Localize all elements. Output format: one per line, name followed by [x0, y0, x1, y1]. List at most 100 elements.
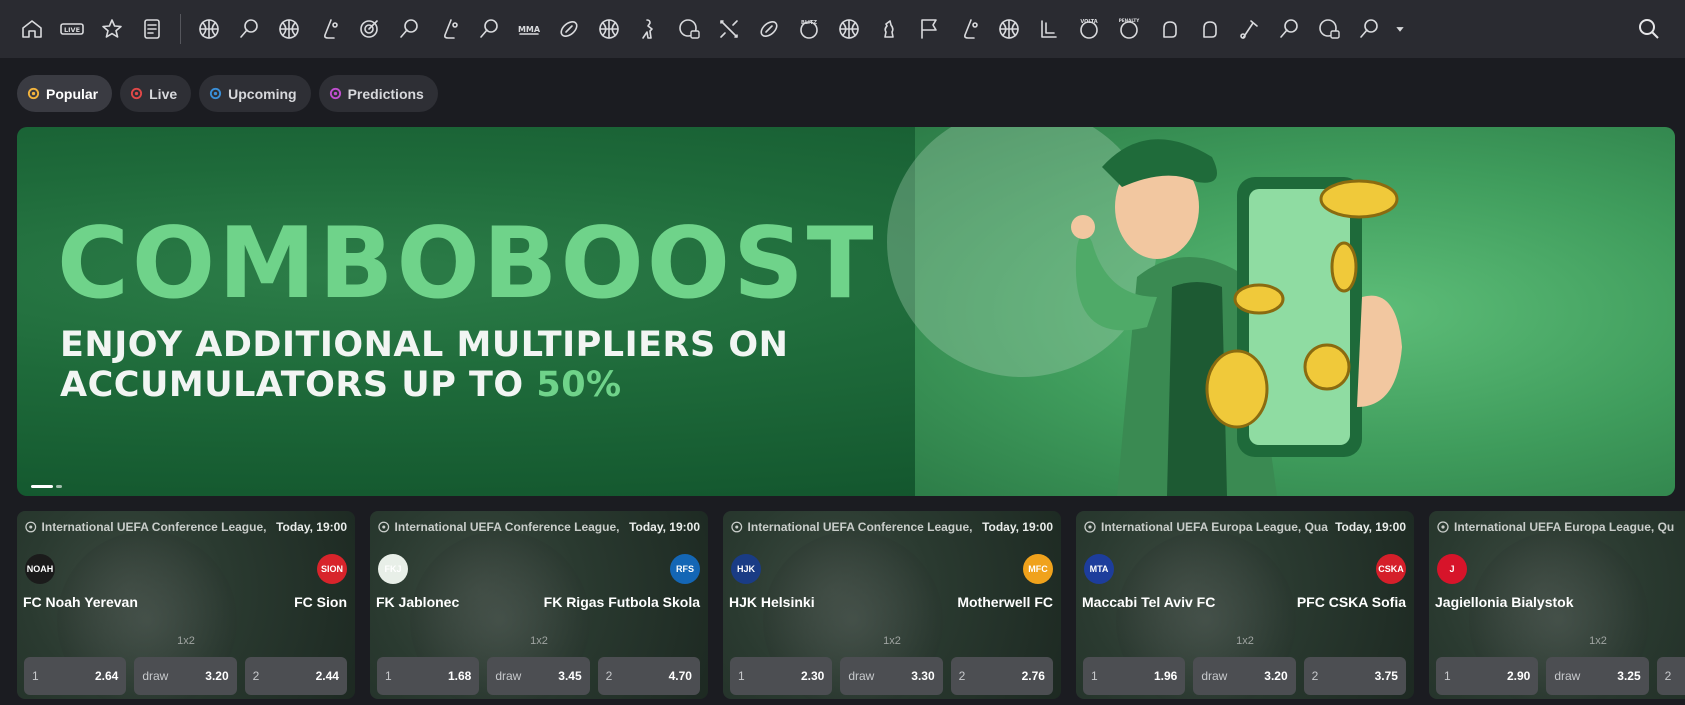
banner-highlight: 50%	[536, 365, 622, 405]
odds-value: 1.96	[1153, 669, 1178, 683]
football-icon	[1437, 521, 1449, 533]
filter-predictions[interactable]: Predictions	[318, 75, 438, 112]
football-icon[interactable]	[189, 9, 229, 49]
odds-button[interactable]: draw 3.20	[1193, 657, 1296, 695]
dota-icon[interactable]	[709, 9, 749, 49]
carousel-dot[interactable]	[56, 485, 62, 488]
filter-tabs: Popular Live Upcoming Predictions	[17, 75, 438, 112]
event-header: International UEFA Europa League, Qu	[1437, 519, 1685, 535]
event-header: International UEFA Conference League, Q …	[731, 519, 1053, 535]
banner-subtitle-line2: ACCUMULATORS UP TO 50%	[60, 365, 622, 405]
odds-button[interactable]: 2	[1656, 657, 1685, 695]
odds-button[interactable]: draw 3.25	[1546, 657, 1649, 695]
league-name: International UEFA Conference League, Q	[41, 520, 271, 534]
rugby-icon[interactable]	[749, 9, 789, 49]
league-name: International UEFA Conference League, Q	[394, 520, 624, 534]
away-team-name: Motherwell FC	[957, 594, 1053, 610]
basketball-icon[interactable]	[269, 9, 309, 49]
event-card[interactable]: International UEFA Conference League, Q …	[17, 511, 355, 699]
svg-text:LIVE: LIVE	[64, 26, 80, 34]
carousel-indicator[interactable]	[31, 485, 62, 488]
odds-button[interactable]: draw 3.45	[487, 657, 590, 695]
event-card[interactable]: International UEFA Conference League, Q …	[370, 511, 708, 699]
home-team-logo: HJK	[731, 554, 761, 584]
padel-icon[interactable]	[1349, 9, 1389, 49]
badminton-icon[interactable]	[469, 9, 509, 49]
penalty-icon[interactable]: PENALTY	[1109, 9, 1149, 49]
odds-value: 3.20	[205, 669, 229, 683]
search-icon[interactable]	[1629, 9, 1669, 49]
odds-value: 3.25	[1617, 669, 1641, 683]
sports-navbar: LIVE MMA BLITZ VOLTA PENALTY	[0, 0, 1685, 58]
away-team-name: FK Rigas Futbola Skola	[543, 594, 700, 610]
hockey-icon[interactable]	[309, 9, 349, 49]
filter-label: Upcoming	[228, 85, 297, 102]
person-with-phone-illustration	[1071, 139, 1402, 496]
event-card[interactable]: International UEFA Europa League, Qu J J…	[1429, 511, 1685, 699]
boxing-icon[interactable]	[1149, 9, 1189, 49]
filter-live[interactable]: Live	[120, 75, 192, 112]
filter-popular[interactable]: Popular	[17, 75, 113, 112]
filter-label: Live	[149, 85, 178, 102]
table-tennis-icon[interactable]	[389, 9, 429, 49]
volleyball-icon[interactable]	[829, 9, 869, 49]
mma-icon[interactable]: MMA	[509, 9, 549, 49]
away-team-name: FC Sion	[294, 594, 347, 610]
star-icon[interactable]	[92, 9, 132, 49]
event-header: International UEFA Europa League, Qua To…	[1084, 519, 1406, 535]
odds-button[interactable]: 1 1.96	[1083, 657, 1186, 695]
cricket-icon[interactable]	[429, 9, 469, 49]
event-time: Today, 19:00	[982, 520, 1053, 534]
american-football-icon[interactable]	[549, 9, 589, 49]
lol-icon[interactable]	[1029, 9, 1069, 49]
odds-button[interactable]: 1 2.64	[24, 657, 127, 695]
event-card[interactable]: International UEFA Europa League, Qua To…	[1076, 511, 1414, 699]
odds-label: 2	[605, 669, 613, 683]
event-time: Today, 19:00	[276, 520, 347, 534]
fist-icon[interactable]	[1189, 9, 1229, 49]
odds-value: 3.20	[1264, 669, 1288, 683]
odds-button[interactable]: 2 2.76	[950, 657, 1053, 695]
filter-label: Popular	[46, 85, 99, 102]
promo-banner[interactable]: COMBOBOOST ENJOY ADDITIONAL MULTIPLIERS …	[17, 127, 1675, 496]
counter-strike-icon[interactable]	[629, 9, 669, 49]
svg-text:VOLTA: VOLTA	[1080, 19, 1097, 25]
tennis-icon[interactable]	[229, 9, 269, 49]
odds-value: 2.90	[1506, 669, 1531, 683]
home-team-name: Jagiellonia Bialystok	[1435, 594, 1574, 610]
betslip-icon[interactable]	[132, 9, 172, 49]
carousel-dot-active[interactable]	[31, 485, 53, 488]
golf-icon[interactable]	[1229, 9, 1269, 49]
odds-button[interactable]: 1 2.30	[730, 657, 833, 695]
cyber-football-icon[interactable]	[669, 9, 709, 49]
home-team-logo: MTA	[1084, 554, 1114, 584]
event-time: Today, 19:00	[629, 520, 700, 534]
home-icon[interactable]	[12, 9, 52, 49]
handball-icon[interactable]	[989, 9, 1029, 49]
odds-button[interactable]: 2 2.44	[244, 657, 347, 695]
baseball-icon[interactable]	[589, 9, 629, 49]
odds-value: 1.68	[447, 669, 472, 683]
cyber-tennis-icon[interactable]	[1269, 9, 1309, 49]
racing-icon[interactable]	[909, 9, 949, 49]
home-team-logo: NOAH	[25, 554, 55, 584]
odds-label: 1	[1091, 669, 1098, 683]
odds-button[interactable]: draw 3.30	[840, 657, 943, 695]
volta-icon[interactable]: VOLTA	[1069, 9, 1109, 49]
banner-subtitle-line1: ENJOY ADDITIONAL MULTIPLIERS ON	[60, 325, 789, 365]
odds-button[interactable]: 1 2.90	[1436, 657, 1539, 695]
odds-button[interactable]: 2 3.75	[1303, 657, 1406, 695]
odds-button[interactable]: draw 3.20	[134, 657, 237, 695]
blitz-icon[interactable]: BLITZ	[789, 9, 829, 49]
event-card[interactable]: International UEFA Conference League, Q …	[723, 511, 1061, 699]
chess-icon[interactable]	[869, 9, 909, 49]
darts-icon[interactable]	[349, 9, 389, 49]
live-icon[interactable]: LIVE	[52, 9, 92, 49]
odds-button[interactable]: 1 1.68	[377, 657, 480, 695]
cyber-hockey-icon[interactable]	[949, 9, 989, 49]
cyber-basketball-icon[interactable]	[1309, 9, 1349, 49]
odds-value: 3.75	[1374, 669, 1398, 683]
filter-upcoming[interactable]: Upcoming	[199, 75, 311, 112]
odds-button[interactable]: 2 4.70	[597, 657, 700, 695]
chevron-down-icon[interactable]	[1389, 9, 1411, 49]
